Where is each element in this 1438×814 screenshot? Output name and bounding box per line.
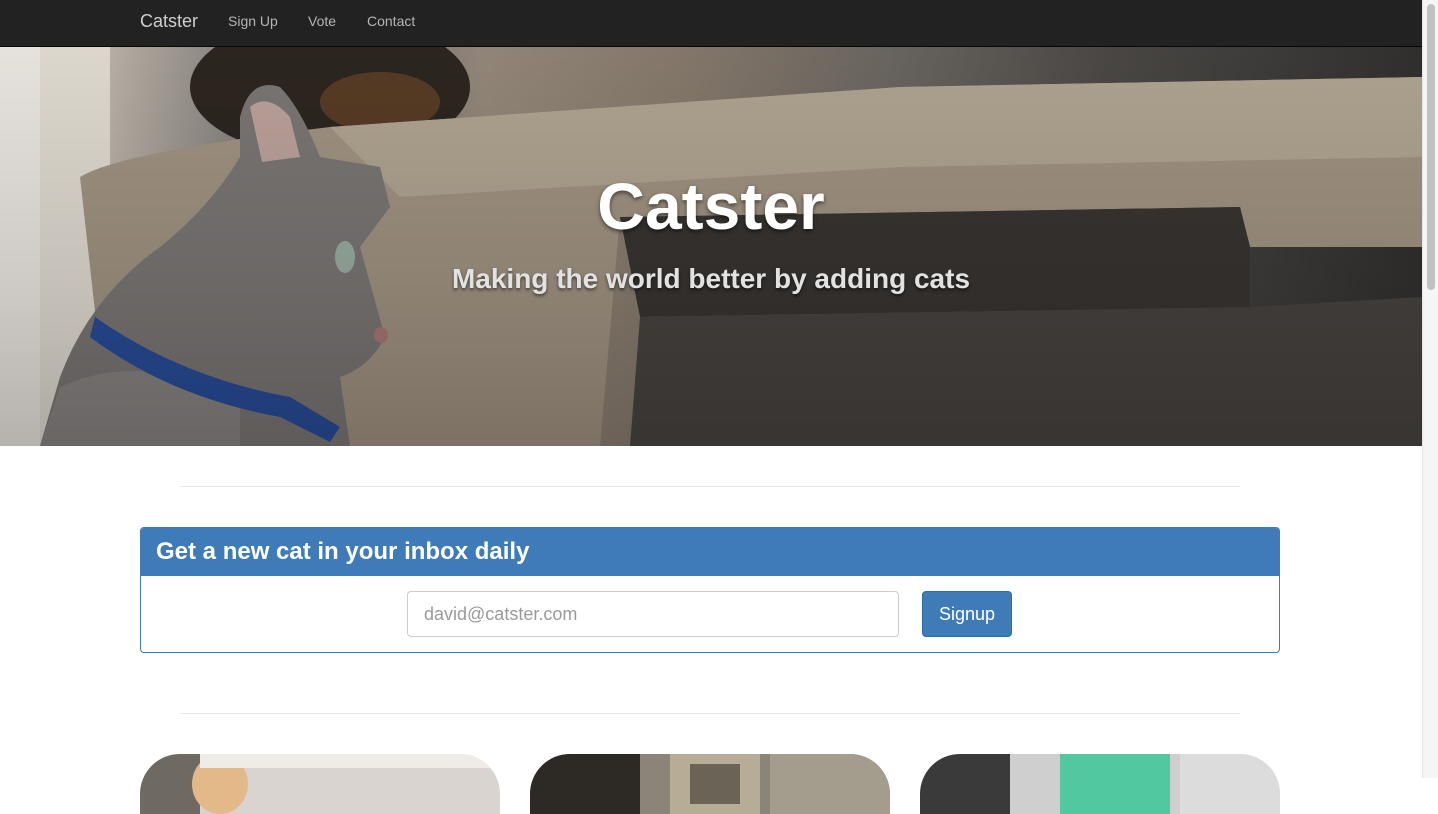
cat-card-3[interactable] (920, 754, 1280, 814)
cat-photo-icon (530, 754, 890, 814)
navbar: Catster Sign Up Vote Contact (0, 0, 1422, 47)
page-scrollbar[interactable] (1422, 0, 1438, 778)
cat-photo-icon (140, 754, 500, 814)
nav-link-sign-up[interactable]: Sign Up (228, 13, 278, 29)
cat-card-2[interactable] (530, 754, 890, 814)
section-divider-bottom (180, 713, 1240, 714)
section-divider-top (180, 486, 1240, 487)
cat-photo-icon (920, 754, 1280, 814)
scrollbar-thumb[interactable] (1427, 4, 1435, 290)
nav-link-vote[interactable]: Vote (308, 13, 336, 29)
signup-button[interactable]: Signup (922, 591, 1012, 637)
hero-title: Catster (597, 169, 825, 243)
newsletter-title: Get a new cat in your inbox daily (156, 538, 530, 565)
navbar-brand[interactable]: Catster (140, 11, 198, 31)
newsletter-panel-heading: Get a new cat in your inbox daily (141, 528, 1279, 576)
hero-overlay (0, 47, 1422, 446)
nav-link-contact[interactable]: Contact (367, 13, 415, 29)
email-input[interactable] (407, 591, 899, 637)
hero-banner: Catster Making the world better by addin… (0, 47, 1422, 446)
newsletter-panel: Get a new cat in your inbox daily Signup (140, 527, 1280, 653)
cat-card-1[interactable] (140, 754, 500, 814)
hero-subtitle: Making the world better by adding cats (451, 263, 971, 294)
